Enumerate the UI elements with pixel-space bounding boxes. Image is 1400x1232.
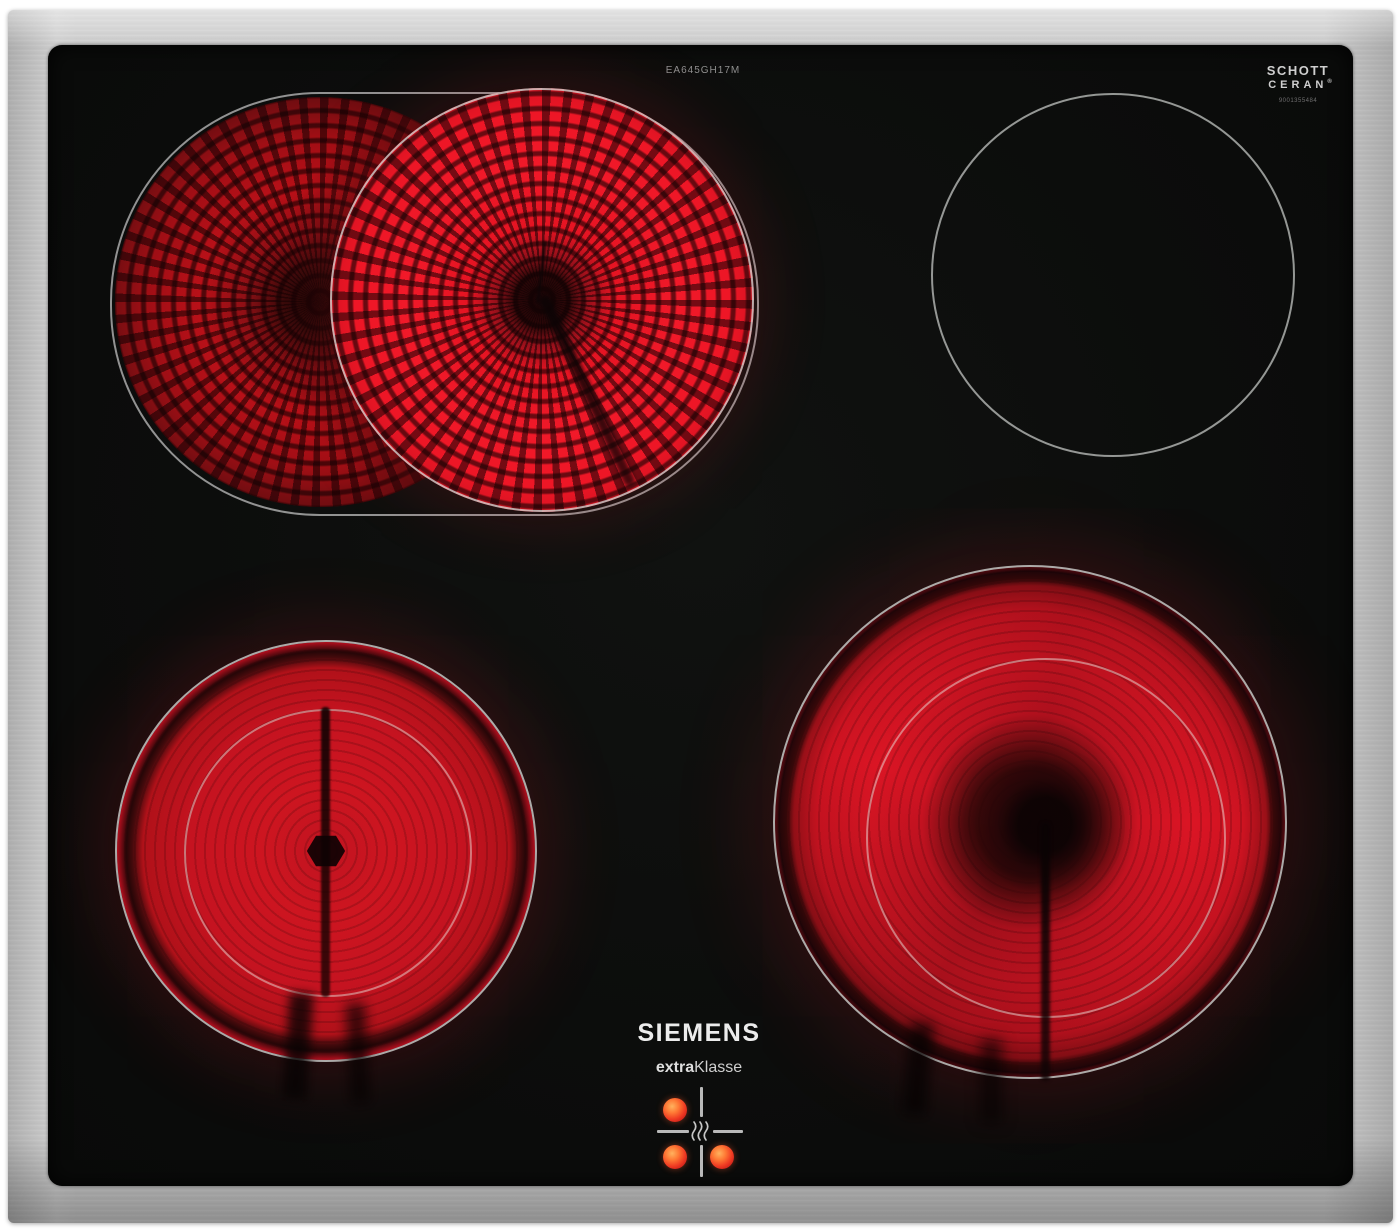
product-photo: EA645GH17M SCHOTT CERAN® 9001355484 (0, 0, 1400, 1232)
temperature-sensor-rod (1041, 823, 1050, 1081)
indicator-cross-horizontal-right (713, 1130, 743, 1133)
schott-ceran-logo: SCHOTT CERAN® 9001355484 (1254, 63, 1342, 104)
indicator-cross-horizontal-left (657, 1130, 689, 1133)
rear-right-zone-outline (931, 93, 1295, 457)
hotplate-dot-rear-left (663, 1098, 687, 1122)
heat-waves-icon (689, 1119, 713, 1143)
indicator-cross-vertical-bottom (700, 1145, 703, 1177)
model-number-label: EA645GH17M (623, 65, 783, 76)
siemens-logo: SIEMENS (619, 1019, 779, 1048)
series-label-bold: extra (656, 1059, 694, 1076)
series-label: extraKlasse (619, 1059, 779, 1077)
schott-wordmark: SCHOTT (1254, 63, 1342, 78)
hotplate-dot-front-right (710, 1145, 734, 1169)
cooktop-steel-frame: EA645GH17M SCHOTT CERAN® 9001355484 (8, 10, 1393, 1223)
indicator-cross-vertical-top (700, 1087, 703, 1117)
element-lead-shadow (980, 1039, 1002, 1123)
ceran-glass-surface: EA645GH17M SCHOTT CERAN® 9001355484 (48, 45, 1353, 1186)
registered-trademark-mark: ® (1327, 79, 1331, 85)
series-label-light: Klasse (694, 1059, 742, 1076)
glass-print-code: 9001355484 (1254, 98, 1342, 104)
ceran-wordmark: CERAN® (1254, 79, 1342, 91)
hotplate-dot-front-left (663, 1145, 687, 1169)
